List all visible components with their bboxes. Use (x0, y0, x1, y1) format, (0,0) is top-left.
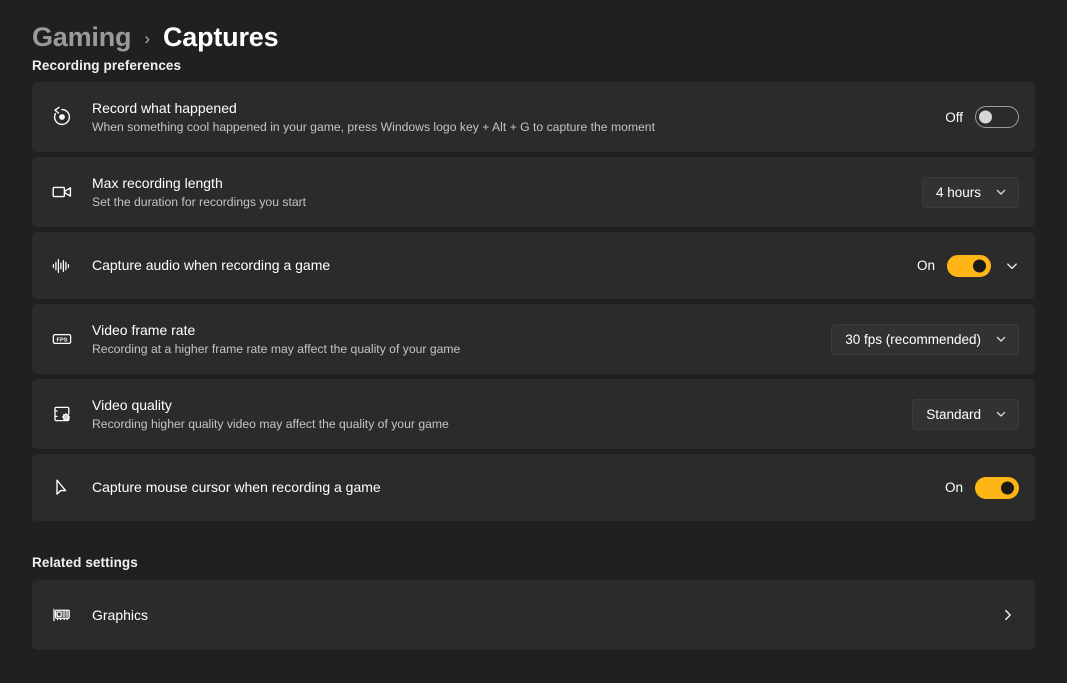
video-frame-rate-dropdown[interactable]: 30 fps (recommended) (831, 323, 1019, 355)
setting-text: Video quality Recording higher quality v… (92, 397, 912, 431)
section-heading-related-settings: Related settings (32, 555, 138, 570)
dropdown-value: 4 hours (935, 184, 981, 200)
instant-replay-icon (32, 105, 92, 129)
fps-icon: FPS (32, 327, 92, 351)
setting-row-capture-audio[interactable]: Capture audio when recording a game On (32, 232, 1035, 299)
setting-control: Off (945, 106, 1019, 128)
setting-row-record-what-happened[interactable]: Record what happened When something cool… (32, 82, 1035, 152)
setting-description: Recording at a higher frame rate may aff… (92, 341, 461, 356)
related-setting-title: Graphics (92, 606, 149, 623)
setting-control: On (916, 254, 1019, 277)
setting-description: Set the duration for recordings you star… (92, 194, 307, 209)
setting-row-video-frame-rate[interactable]: FPS Video frame rate Recording at a high… (32, 304, 1035, 374)
section-heading-recording-preferences: Recording preferences (32, 58, 182, 73)
toggle-state-label: On (944, 480, 963, 495)
setting-row-capture-mouse-cursor[interactable]: Capture mouse cursor when recording a ga… (32, 454, 1035, 521)
setting-title: Max recording length (92, 174, 223, 191)
record-what-happened-toggle[interactable] (975, 106, 1019, 128)
chevron-down-icon (995, 408, 1007, 420)
video-settings-icon (32, 402, 92, 426)
toggle-knob (979, 110, 992, 124)
related-setting-row-graphics[interactable]: Graphics (32, 580, 1035, 650)
video-camera-icon (32, 180, 92, 204)
setting-control: 4 hours (921, 176, 1019, 208)
setting-row-max-recording-length[interactable]: Max recording length Set the duration fo… (32, 157, 1035, 227)
capture-mouse-cursor-toggle[interactable] (975, 476, 1019, 499)
graphics-card-icon (32, 603, 92, 627)
setting-description: Recording higher quality video may affec… (92, 416, 449, 431)
max-recording-length-dropdown[interactable]: 4 hours (921, 176, 1019, 208)
setting-row-video-quality[interactable]: Video quality Recording higher quality v… (32, 379, 1035, 449)
setting-description: When something cool happened in your gam… (92, 119, 655, 134)
breadcrumb: Gaming › Captures (32, 0, 1035, 50)
setting-control: 30 fps (recommended) (831, 323, 1019, 355)
setting-title: Capture mouse cursor when recording a ga… (92, 479, 381, 496)
setting-control: On (944, 476, 1019, 499)
audio-waveform-icon (32, 254, 92, 278)
page-title: Captures (162, 21, 279, 52)
toggle-knob (973, 259, 986, 272)
settings-page: Gaming › Captures Recording preferences … (0, 0, 1067, 683)
chevron-down-icon[interactable] (1005, 259, 1019, 273)
svg-text:FPS: FPS (57, 337, 68, 343)
capture-audio-toggle[interactable] (947, 254, 991, 277)
breadcrumb-parent-gaming[interactable]: Gaming (32, 23, 132, 51)
related-setting-text: Graphics (92, 607, 1001, 624)
video-quality-dropdown[interactable]: Standard (912, 398, 1019, 430)
breadcrumb-separator-icon: › (144, 28, 150, 48)
setting-text: Capture audio when recording a game (92, 257, 917, 274)
setting-title: Record what happened (92, 99, 237, 116)
setting-title: Capture audio when recording a game (92, 257, 331, 274)
dropdown-value: Standard (926, 406, 981, 422)
setting-text: Record what happened When something cool… (92, 100, 945, 134)
mouse-pointer-icon (32, 476, 92, 500)
toggle-state-label: On (916, 258, 935, 273)
setting-title: Video frame rate (92, 321, 196, 338)
setting-title: Video quality (92, 396, 172, 413)
dropdown-value: 30 fps (recommended) (845, 331, 981, 347)
setting-text: Capture mouse cursor when recording a ga… (92, 479, 945, 496)
chevron-down-icon (995, 186, 1007, 198)
toggle-knob (1001, 481, 1014, 494)
chevron-down-icon (995, 333, 1007, 345)
chevron-right-icon[interactable] (1001, 608, 1015, 622)
setting-text: Max recording length Set the duration fo… (92, 175, 922, 209)
toggle-state-label: Off (945, 109, 963, 125)
setting-control: Standard (912, 398, 1019, 430)
setting-text: Video frame rate Recording at a higher f… (92, 322, 831, 356)
